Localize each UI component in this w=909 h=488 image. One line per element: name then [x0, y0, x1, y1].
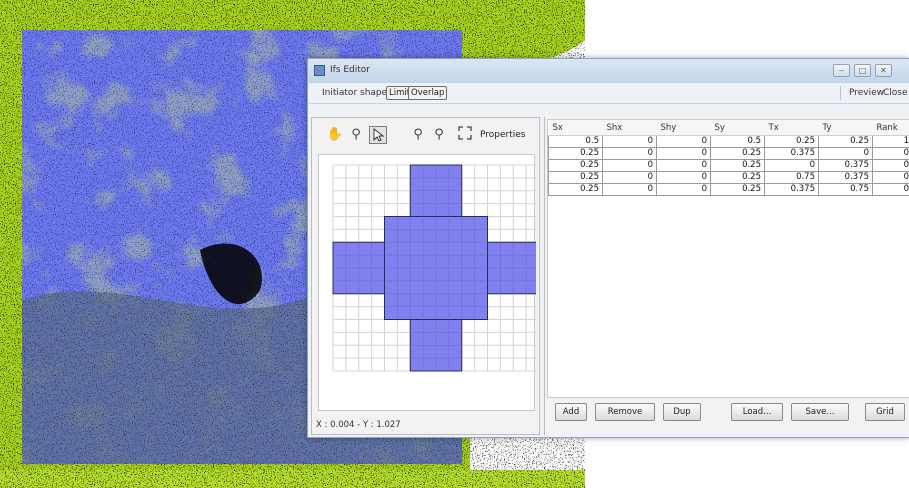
ifs-shape-drawing[interactable]	[319, 155, 536, 412]
cursor-coordinates: X : 0.004 - Y : 1.027	[316, 420, 401, 430]
table-header-row: Sx Shx Shy Sy Tx Ty Rank	[548, 120, 909, 136]
shape-canvas[interactable]	[318, 154, 536, 412]
table-cell[interactable]: 0.25	[548, 171, 603, 184]
table-cell[interactable]: 0	[764, 159, 819, 172]
table-cell[interactable]: 0.25	[710, 183, 765, 196]
table-cell[interactable]: 0.5	[710, 135, 765, 148]
table-cell[interactable]: 0	[602, 135, 657, 148]
shape-editor-panel: ✋ ⚲ ⚲ ⚲ Properties X : 0.004 - Y : 1.027	[311, 117, 540, 435]
table-cell[interactable]: 0	[818, 147, 873, 160]
zoom-icon[interactable]: ⚲	[347, 126, 365, 144]
table-cell[interactable]: 0.75	[818, 183, 873, 196]
table-cell[interactable]: 0.75	[764, 171, 819, 184]
dup-button[interactable]: Dup	[663, 403, 701, 421]
table-cell[interactable]: 0.5	[548, 135, 603, 148]
zoom-out-icon[interactable]: ⚲	[430, 126, 448, 144]
table-cell[interactable]: 0.375	[764, 147, 819, 160]
column-header-ty[interactable]: Ty	[818, 120, 873, 136]
coefficient-table: Sx Shx Shy Sy Tx Ty Rank 0.5 0 0 0.5 0.25 0.25 1 0.25…	[548, 120, 909, 196]
add-button[interactable]: Add	[555, 403, 587, 421]
table-cell[interactable]: 0.375	[818, 171, 873, 184]
load-button[interactable]: Load...	[731, 403, 783, 421]
table-cell[interactable]: 0.25	[548, 183, 603, 196]
table-cell[interactable]: 0.25	[710, 147, 765, 160]
window-title: Ifs Editor	[330, 65, 371, 75]
initiator-shape-label[interactable]: Initiator shape	[322, 88, 387, 98]
column-header-shx[interactable]: Shx	[602, 120, 657, 136]
table-cell[interactable]: 0	[872, 159, 909, 172]
save-button[interactable]: Save...	[791, 403, 849, 421]
table-cell[interactable]: 0	[602, 171, 657, 184]
zoom-in-icon[interactable]: ⚲	[409, 126, 427, 144]
table-cell[interactable]: 0	[656, 135, 711, 148]
remove-button[interactable]: Remove	[595, 403, 655, 421]
maximize-button[interactable]: □	[854, 64, 871, 77]
table-cell[interactable]: 0	[872, 183, 909, 196]
table-cell[interactable]: 0.25	[548, 159, 603, 172]
properties-button[interactable]: Properties	[480, 130, 525, 140]
column-header-sy[interactable]: Sy	[710, 120, 765, 136]
table-cell[interactable]: 0.25	[818, 135, 873, 148]
column-header-rank[interactable]: Rank	[872, 120, 909, 136]
table-row[interactable]: 0.25 0 0 0.25 0.75 0.375 0	[548, 171, 909, 184]
table-cell[interactable]: 0	[602, 159, 657, 172]
minimize-button[interactable]: ‒	[833, 64, 850, 77]
overlap-toggle[interactable]: Overlap	[408, 86, 448, 100]
table-cell[interactable]: 0.375	[764, 183, 819, 196]
ifs-editor-window: Ifs Editor ‒ □ ✕ Initiator shape Limit O…	[307, 58, 909, 438]
table-cell[interactable]: 0	[602, 147, 657, 160]
table-row[interactable]: 0.25 0 0 0.25 0 0.375 0	[548, 159, 909, 172]
transform-table-panel: Sx Shx Shy Sy Tx Ty Rank 0.5 0 0 0.5 0.25 0.25 1 0.25…	[544, 117, 909, 435]
close-window-button[interactable]: ✕	[875, 64, 892, 77]
table-cell[interactable]: 0	[872, 147, 909, 160]
app-icon	[314, 65, 325, 76]
table-cell[interactable]: 0.375	[818, 159, 873, 172]
toolbar-separator	[840, 86, 841, 100]
fit-view-icon[interactable]	[456, 126, 474, 144]
table-cell[interactable]: 0	[656, 171, 711, 184]
table-cell[interactable]: 0	[602, 183, 657, 196]
table-cell[interactable]: 0	[656, 159, 711, 172]
table-cell[interactable]: 0	[656, 183, 711, 196]
coefficient-table-area: Sx Shx Shy Sy Tx Ty Rank 0.5 0 0 0.5 0.25 0.25 1 0.25…	[547, 119, 909, 398]
drawing-tools-bar: ✋ ⚲ ⚲ ⚲ Properties	[312, 118, 539, 148]
table-body: 0.5 0 0 0.5 0.25 0.25 1 0.25 0 0 0.25 0.375 0 0 0.25 0 0…	[548, 135, 909, 196]
toolbar: Initiator shape Limit Overlap Preview Cl…	[308, 83, 909, 104]
table-cell[interactable]: 0	[872, 171, 909, 184]
column-header-shy[interactable]: Shy	[656, 120, 711, 136]
table-cell[interactable]: 0.25	[710, 159, 765, 172]
preview-button[interactable]: Preview	[849, 88, 884, 98]
column-header-sx[interactable]: Sx	[548, 120, 603, 136]
column-header-tx[interactable]: Tx	[764, 120, 819, 136]
table-row[interactable]: 0.25 0 0 0.25 0.375 0 0	[548, 147, 909, 160]
table-cell[interactable]: 0.25	[710, 171, 765, 184]
table-row[interactable]: 0.5 0 0 0.5 0.25 0.25 1	[548, 135, 909, 148]
table-cell[interactable]: 0	[656, 147, 711, 160]
table-row[interactable]: 0.25 0 0 0.25 0.375 0.75 0	[548, 183, 909, 196]
hand-pan-icon[interactable]: ✋	[326, 126, 344, 144]
select-arrow-icon[interactable]	[369, 126, 387, 144]
table-cell[interactable]: 1	[872, 135, 909, 148]
table-cell[interactable]: 0.25	[764, 135, 819, 148]
table-cell[interactable]: 0.25	[548, 147, 603, 160]
close-button[interactable]: Close	[883, 88, 908, 98]
grid-button[interactable]: Grid	[865, 403, 905, 421]
title-bar: Ifs Editor ‒ □ ✕	[308, 59, 909, 83]
